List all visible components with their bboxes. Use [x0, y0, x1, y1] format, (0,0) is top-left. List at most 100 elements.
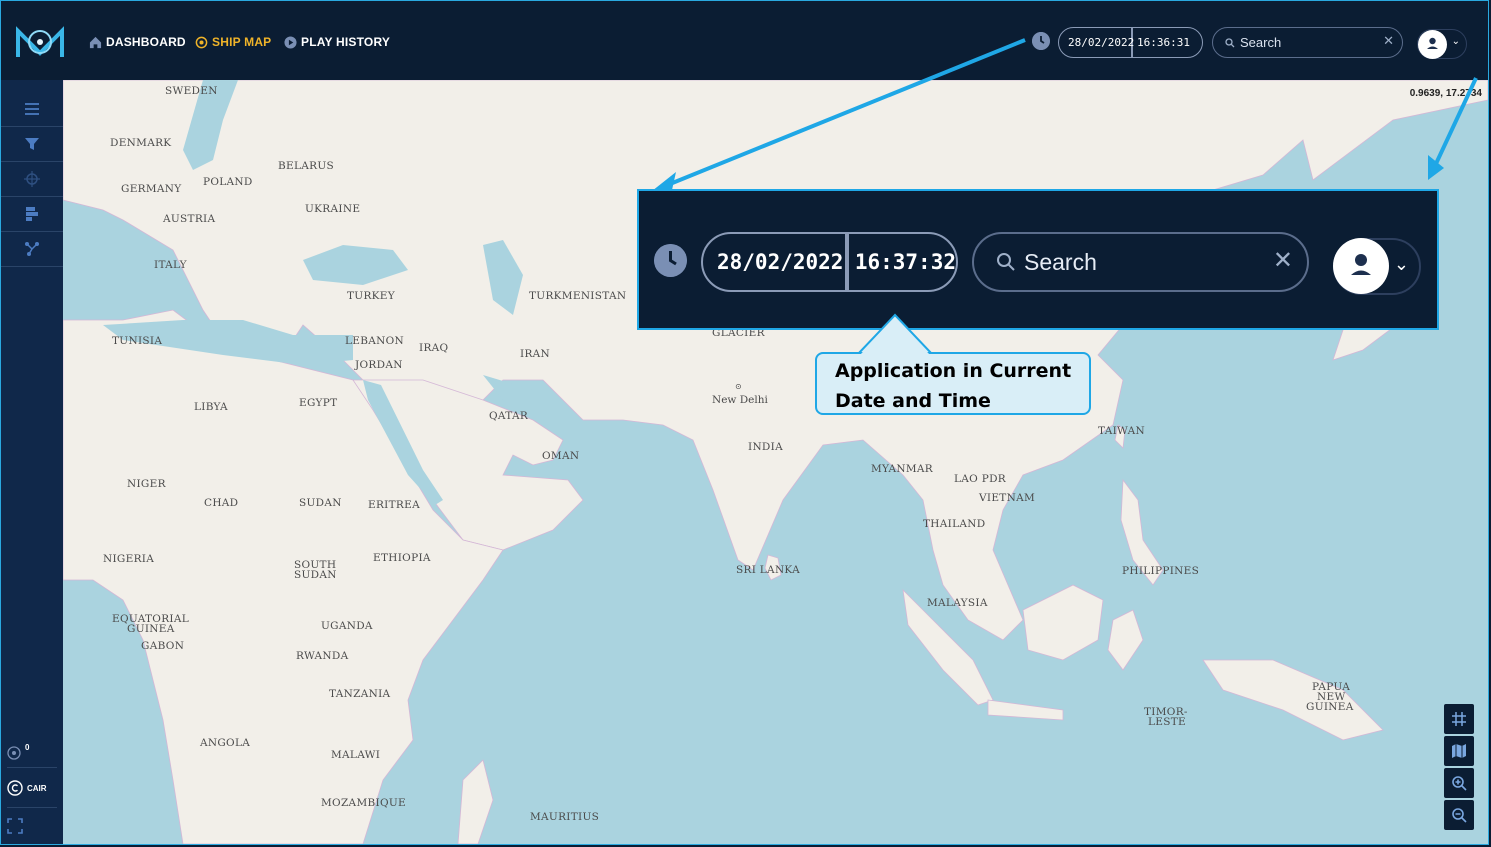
network-button[interactable] [1, 232, 63, 267]
datetime-display[interactable]: 28/02/2022 16:36:31 [1058, 27, 1203, 58]
sidebar: 0 CAIR [1, 80, 63, 844]
map-label: VIETNAM [979, 492, 1036, 504]
user-icon [1351, 254, 1371, 275]
clear-icon: ✕ [1272, 247, 1293, 274]
chevron-down-icon: ⌄ [1451, 36, 1460, 47]
clear-icon[interactable]: ✕ [1383, 33, 1394, 49]
map-label: GUINEA [1306, 701, 1354, 713]
map-label: TUNISIA [112, 335, 163, 347]
nav-play-history-label: PLAY HISTORY [301, 35, 391, 49]
copyright-icon [7, 780, 23, 796]
map-label: TANZANIA [329, 688, 391, 700]
map-label: IRAN [520, 348, 551, 360]
map-label: THAILAND [923, 518, 986, 530]
top-navbar: DASHBOARD SHIP MAP PLAY HISTORY 28/02/20… [1, 1, 1488, 80]
crosshair-button[interactable] [1, 162, 63, 197]
map-label: UGANDA [321, 620, 373, 632]
map-layers-button[interactable] [1444, 736, 1474, 766]
user-menu-zoomed: ⌄ [1333, 238, 1421, 295]
map-label: RWANDA [296, 650, 349, 662]
cursor-coordinates: 0.9639, 17.2734 [1409, 88, 1482, 99]
home-icon [89, 36, 102, 48]
location-icon [7, 746, 21, 760]
date-value-zoomed: 28/02/2022 [703, 234, 849, 290]
map-label: LESTE [1148, 716, 1186, 728]
map-label: POLAND [203, 176, 253, 188]
map-label: GABON [141, 640, 185, 652]
divider [7, 767, 57, 768]
nav-ship-map-label: SHIP MAP [212, 35, 272, 49]
map-label: MOZAMBIQUE [321, 797, 406, 809]
network-icon [25, 242, 39, 256]
divider [7, 807, 57, 808]
play-icon [284, 35, 297, 49]
avatar [1418, 30, 1447, 59]
map-label: LEBANON [345, 335, 405, 347]
map-label: IRAQ [419, 342, 449, 354]
clock-icon [654, 244, 687, 277]
user-icon [1427, 37, 1438, 49]
map-label: ITALY [154, 259, 187, 271]
nav-ship-map[interactable]: SHIP MAP [195, 35, 271, 49]
grid-button[interactable] [1444, 704, 1474, 734]
nav-play-history[interactable]: PLAY HISTORY [284, 35, 390, 49]
menu-icon [25, 103, 39, 115]
map-label: LAO PDR [954, 473, 1006, 485]
map-layers-icon [1452, 744, 1466, 758]
zoomed-header-panel: 28/02/2022 16:37:32 Search ✕ ⌄ [637, 189, 1439, 330]
callout-line-2: Date and Time [835, 390, 991, 412]
map-label: NIGERIA [103, 553, 155, 565]
map-label: OMAN [542, 450, 580, 462]
fullscreen-button[interactable] [1, 817, 63, 835]
map-label: GUINEA [127, 623, 175, 635]
zoom-out-icon [1452, 808, 1467, 823]
map-label: EGYPT [299, 397, 338, 409]
map-label: PHILIPPINES [1122, 565, 1200, 577]
date-value: 28/02/2022 [1059, 28, 1134, 57]
map-label: TURKMENISTAN [529, 290, 627, 302]
search-icon [997, 253, 1015, 271]
map-label: MALAWI [331, 749, 381, 761]
map-label: ERITREA [368, 499, 420, 511]
map-label: NIGER [127, 478, 166, 490]
fullscreen-icon [7, 818, 23, 834]
grid-icon [1452, 712, 1466, 726]
map-label: INDIA [748, 441, 783, 453]
search-placeholder-zoomed: Search [1024, 248, 1097, 275]
nav-dashboard-label: DASHBOARD [106, 35, 186, 49]
map-label: SWEDEN [165, 85, 218, 97]
nav-dashboard[interactable]: DASHBOARD [89, 35, 186, 49]
callout-line-1: Application in Current [835, 360, 1072, 382]
map-label: MYANMAR [871, 463, 933, 475]
map-label: GERMANY [121, 183, 182, 195]
user-menu[interactable]: ⌄ [1417, 29, 1467, 59]
filter-button[interactable] [1, 127, 63, 162]
zoom-in-button[interactable] [1444, 768, 1474, 798]
datetime-display-zoomed: 28/02/2022 16:37:32 [701, 232, 958, 292]
map-label: SUDAN [299, 497, 342, 509]
clock-icon [1032, 32, 1050, 50]
search-input[interactable]: Search ✕ [1212, 27, 1403, 58]
app-logo [16, 26, 64, 57]
map-label: AUSTRIA [163, 213, 216, 225]
map-label: New Delhi [712, 394, 768, 406]
map-label: TAIWAN [1098, 425, 1145, 437]
map-label: JORDAN [355, 359, 403, 371]
zoom-out-button[interactable] [1444, 800, 1474, 830]
map-label: MAURITIUS [530, 811, 600, 823]
map-label: ANGOLA [200, 737, 251, 749]
layers-icon [26, 207, 38, 221]
map-label: DENMARK [110, 137, 172, 149]
brand-badge: CAIR [1, 779, 63, 797]
zoom-indicator: 0 [1, 742, 63, 762]
map-label: SUDAN [294, 569, 337, 581]
brand-label: CAIR [27, 783, 47, 793]
map-label: CHAD [204, 497, 239, 509]
time-value-zoomed: 16:37:32 [854, 250, 956, 274]
map-label: UKRAINE [305, 203, 361, 215]
chevron-down-icon: ⌄ [1393, 254, 1409, 274]
zoom-in-icon [1452, 776, 1467, 791]
layers-button[interactable] [1, 197, 63, 232]
zoom-level: 0 [25, 742, 30, 752]
menu-button[interactable] [1, 92, 63, 127]
